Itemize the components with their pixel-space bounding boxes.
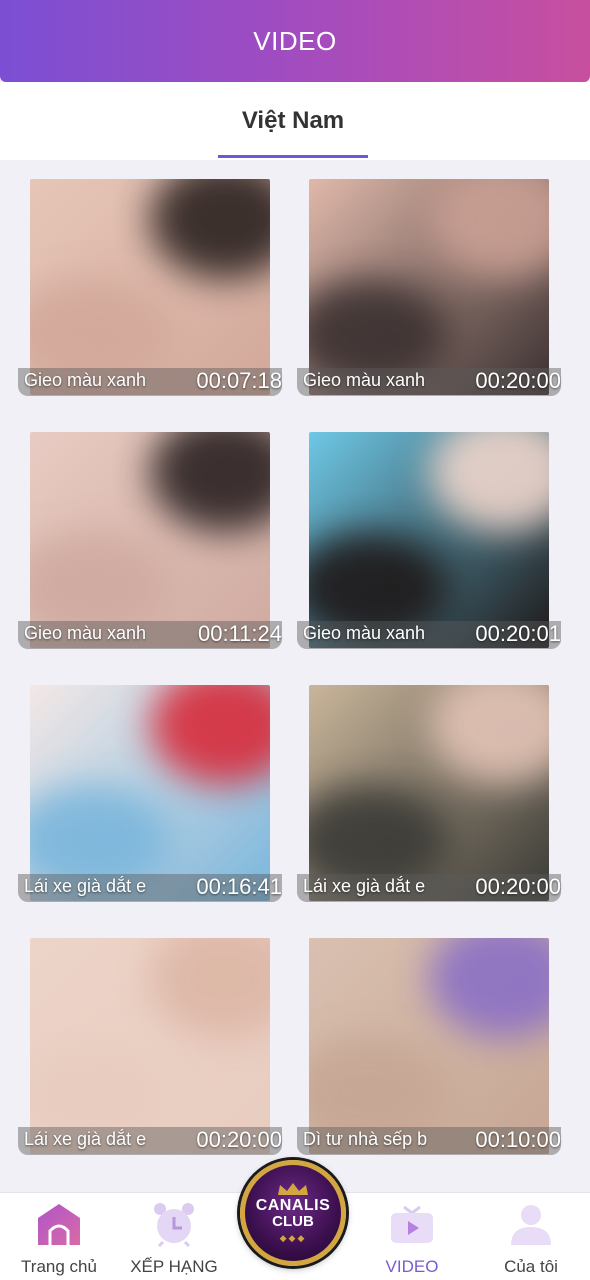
video-card[interactable]: Gieo màu xanh 00:11:24 (18, 413, 282, 649)
page-title: VIDEO (253, 25, 337, 56)
video-thumbnail[interactable] (30, 432, 270, 648)
video-duration: 00:10:00 (475, 1127, 561, 1152)
video-duration: 00:11:24 (197, 621, 282, 646)
video-title: Lái xe già dắt e (24, 876, 147, 896)
nav-label-profile: Của tôi (504, 1257, 558, 1276)
video-card[interactable]: Lái xe già dắt e 00:16:41 (18, 666, 282, 902)
category-tabs: Việt Nam (0, 82, 590, 160)
video-duration: 00:20:01 (475, 621, 561, 646)
video-card[interactable]: Lái xe già dắt e 00:20:00 (18, 919, 282, 1155)
video-duration: 00:16:41 (196, 874, 282, 899)
canalis-club-logo-button[interactable]: CANALIS CLUB ◆◆◆ (240, 1160, 346, 1266)
video-card[interactable]: Gieo màu xanh 00:07:18 (18, 160, 282, 396)
alarm-clock-icon (151, 1201, 197, 1248)
tab-viet-nam[interactable]: Việt Nam (218, 82, 368, 160)
video-title: Dì tư nhà sếp b (303, 1129, 428, 1149)
nav-label-home: Trang chủ (21, 1257, 97, 1276)
video-thumbnail[interactable] (30, 179, 270, 395)
logo-ornament: ◆◆◆ (279, 1233, 307, 1243)
video-caption: Gieo màu xanh 00:20:01 (297, 621, 561, 649)
video-card[interactable]: Gieo màu xanh 00:20:00 (297, 160, 561, 396)
home-icon (36, 1201, 82, 1247)
nav-item-video[interactable]: VIDEO (353, 1201, 471, 1277)
video-thumbnail[interactable] (309, 432, 549, 648)
video-thumbnail[interactable] (309, 938, 549, 1154)
video-title: Gieo màu xanh (24, 623, 147, 643)
video-caption: Dì tư nhà sếp b 00:10:00 (297, 1127, 561, 1155)
video-card[interactable]: Gieo màu xanh 00:20:01 (297, 413, 561, 649)
video-duration: 00:20:00 (475, 874, 561, 899)
video-caption: Lái xe già dắt e 00:16:41 (18, 874, 282, 902)
nav-label-video: VIDEO (385, 1257, 439, 1276)
nav-item-home[interactable]: Trang chủ (0, 1201, 118, 1277)
video-title: Gieo màu xanh (24, 370, 147, 390)
video-title: Lái xe già dắt e (24, 1129, 147, 1149)
user-icon (508, 1201, 554, 1247)
video-thumbnail[interactable] (309, 179, 549, 395)
video-duration: 00:07:18 (196, 368, 282, 393)
video-play-icon (389, 1201, 435, 1247)
video-caption: Lái xe già dắt e 00:20:00 (297, 874, 561, 902)
app-header: VIDEO (0, 0, 590, 82)
logo-name: CANALIS (255, 1197, 331, 1214)
nav-label-ranking: XẾP HẠNG (130, 1257, 218, 1276)
video-caption: Gieo màu xanh 00:11:24 (18, 621, 282, 649)
video-card[interactable]: Dì tư nhà sếp b 00:10:00 (297, 919, 561, 1155)
video-duration: 00:20:00 (196, 1127, 282, 1152)
video-thumbnail[interactable] (30, 685, 270, 901)
nav-item-ranking[interactable]: XẾP HẠNG (115, 1201, 233, 1277)
video-title: Gieo màu xanh (303, 623, 426, 643)
video-caption: Gieo màu xanh 00:07:18 (18, 368, 282, 396)
video-title: Gieo màu xanh (303, 370, 426, 390)
video-card[interactable]: Lái xe già dắt e 00:20:00 (297, 666, 561, 902)
video-grid[interactable]: Gieo màu xanh 00:07:18 Gieo màu xanh 00:20:… (0, 160, 590, 1192)
video-duration: 00:20:00 (475, 368, 561, 393)
tab-active-indicator (218, 155, 368, 158)
video-title: Lái xe già dắt e (303, 876, 426, 896)
video-caption: Gieo màu xanh 00:20:00 (297, 368, 561, 396)
logo-sub: CLUB (272, 1213, 314, 1230)
video-thumbnail[interactable] (30, 938, 270, 1154)
video-caption: Lái xe già dắt e 00:20:00 (18, 1127, 282, 1155)
video-thumbnail[interactable] (309, 685, 549, 901)
crown-icon (276, 1182, 310, 1196)
nav-item-profile[interactable]: Của tôi (472, 1201, 590, 1277)
